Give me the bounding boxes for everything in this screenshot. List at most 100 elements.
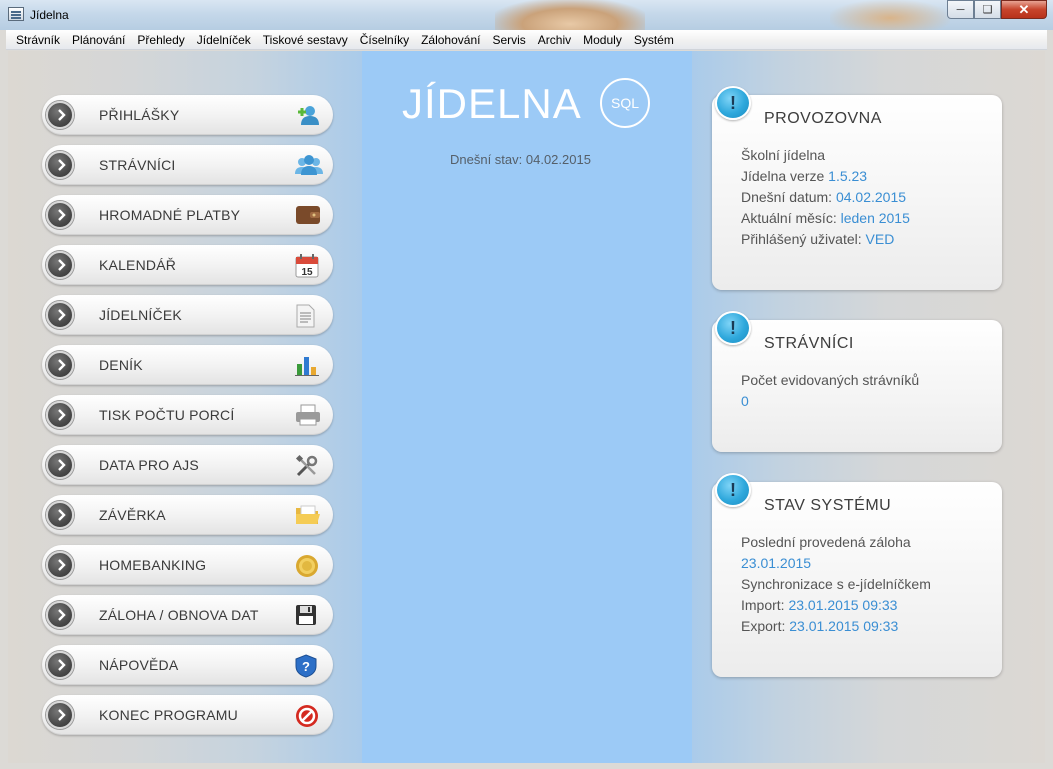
- stop-icon: [295, 704, 319, 727]
- menu-ciselniky[interactable]: Číselníky: [354, 30, 415, 50]
- version-value: 1.5.23: [828, 168, 868, 184]
- coin-icon: [295, 554, 319, 577]
- app-logo: JÍDELNA: [402, 80, 582, 127]
- user-label: Přihlášený uživatel:: [741, 231, 862, 247]
- menu-bar: Strávník Plánování Přehledy Jídelníček T…: [6, 30, 1047, 50]
- nav-button-stravnici[interactable]: STRÁVNÍCI: [42, 145, 333, 185]
- chevron-right-icon: [46, 451, 74, 479]
- nav-button-prihlasky[interactable]: PŘIHLÁŠKY: [42, 95, 333, 135]
- backup-label: Poslední provedená záloha: [741, 534, 911, 550]
- nav-button-label: TISK POČTU PORCÍ: [99, 407, 235, 423]
- menu-zalohovani[interactable]: Zálohování: [415, 30, 486, 50]
- window-title: Jídelna: [30, 8, 69, 22]
- sync-label: Synchronizace s e-jídelníčkem: [741, 576, 931, 592]
- chevron-right-icon: [46, 201, 74, 229]
- printer-icon: [295, 404, 320, 426]
- window-titlebar[interactable]: Jídelna ─ ❑ ✕: [0, 0, 1053, 30]
- menu-tiskove-sestavy[interactable]: Tiskové sestavy: [257, 30, 354, 50]
- diner-count-value: 0: [741, 393, 749, 409]
- nav-button-zaloha-obnova-dat[interactable]: ZÁLOHA / OBNOVA DAT: [42, 595, 333, 635]
- import-value: 23.01.2015 09:33: [788, 597, 898, 613]
- menu-moduly[interactable]: Moduly: [577, 30, 628, 50]
- menu-prehledy[interactable]: Přehledy: [131, 30, 190, 50]
- menu-system[interactable]: Systém: [628, 30, 680, 50]
- nav-button-label: ZÁLOHA / OBNOVA DAT: [99, 607, 259, 623]
- nav-button-label: KALENDÁŘ: [99, 257, 177, 273]
- chevron-right-icon: [46, 101, 74, 129]
- nav-button-label: HROMADNÉ PLATBY: [99, 207, 241, 223]
- card-provozovna: ! PROVOZOVNA Školní jídelna Jídelna verz…: [712, 86, 1002, 290]
- version-row: Jídelna verze 1.5.23: [741, 166, 910, 187]
- floppy-icon: [295, 604, 319, 626]
- titlebar-background-image-2: [830, 0, 950, 30]
- chevron-right-icon: [46, 351, 74, 379]
- nav-button-kalendar[interactable]: KALENDÁŘ 15: [42, 245, 333, 285]
- diner-count-label: Počet evidovaných strávníků: [741, 372, 920, 388]
- card-title: STRÁVNÍCI: [764, 335, 854, 352]
- user-row: Přihlášený uživatel: VED: [741, 229, 910, 250]
- nav-button-hromadne-platby[interactable]: HROMADNÉ PLATBY: [42, 195, 333, 235]
- info-exclamation-icon: !: [715, 86, 751, 120]
- chevron-right-icon: [46, 551, 74, 579]
- tools-icon: [295, 454, 319, 477]
- menu-planovani[interactable]: Plánování: [66, 30, 131, 50]
- bar-chart-icon: [295, 354, 319, 376]
- card-stav-systemu: ! STAV SYSTÉMU Poslední provedená záloha…: [712, 473, 1002, 677]
- chevron-right-icon: [46, 651, 74, 679]
- menu-jidelnicek[interactable]: Jídelníček: [191, 30, 257, 50]
- svg-text:?: ?: [302, 659, 310, 674]
- nav-button-napoveda[interactable]: NÁPOVĚDA ?: [42, 645, 333, 685]
- export-label: Export:: [741, 618, 786, 634]
- nav-button-label: PŘIHLÁŠKY: [99, 107, 180, 123]
- nav-button-homebanking[interactable]: HOMEBANKING: [42, 545, 333, 585]
- menu-archiv[interactable]: Archiv: [532, 30, 577, 50]
- folder-icon: [295, 504, 320, 526]
- backup-value: 23.01.2015: [741, 555, 812, 571]
- nav-button-denik[interactable]: DENÍK: [42, 345, 333, 385]
- nav-button-data-pro-ajs[interactable]: DATA PRO AJS: [42, 445, 333, 485]
- close-icon[interactable]: ✕: [1001, 0, 1047, 19]
- menu-servis[interactable]: Servis: [486, 30, 531, 50]
- import-label: Import:: [741, 597, 785, 613]
- app-icon: [8, 7, 24, 21]
- card-title: STAV SYSTÉMU: [764, 497, 892, 514]
- minimize-icon[interactable]: ─: [947, 0, 974, 19]
- facility-name: Školní jídelna: [741, 147, 826, 163]
- month-row: Aktuální měsíc: leden 2015: [741, 208, 910, 229]
- calendar-icon: 15: [295, 254, 319, 278]
- chevron-right-icon: [46, 301, 74, 329]
- nav-button-label: STRÁVNÍCI: [99, 157, 176, 173]
- nav-button-label: KONEC PROGRAMU: [99, 707, 238, 723]
- month-value: leden 2015: [840, 210, 910, 226]
- card-body: Školní jídelna Jídelna verze 1.5.23 Dneš…: [741, 145, 910, 250]
- export-row: Export: 23.01.2015 09:33: [741, 616, 931, 637]
- nav-button-label: ZÁVĚRKA: [99, 507, 166, 523]
- export-value: 23.01.2015 09:33: [789, 618, 899, 634]
- users-icon: [295, 154, 323, 176]
- document-icon: [295, 304, 319, 328]
- logo-sql-badge: SQL: [600, 78, 650, 128]
- nav-button-label: NÁPOVĚDA: [99, 657, 179, 673]
- today-status: Dnešní stav: 04.02.2015: [450, 152, 591, 167]
- svg-text:15: 15: [301, 267, 313, 278]
- window-controls: ─ ❑ ✕: [947, 0, 1047, 19]
- nav-button-label: DATA PRO AJS: [99, 457, 199, 473]
- nav-button-tisk-poctu-porci[interactable]: TISK POČTU PORCÍ: [42, 395, 333, 435]
- info-exclamation-icon: !: [715, 473, 751, 507]
- nav-button-label: JÍDELNÍČEK: [99, 307, 182, 323]
- add-user-icon: [295, 104, 319, 126]
- menu-stravnik[interactable]: Strávník: [10, 30, 66, 50]
- nav-button-konec-programu[interactable]: KONEC PROGRAMU: [42, 695, 333, 735]
- nav-button-zaverka[interactable]: ZÁVĚRKA: [42, 495, 333, 535]
- chevron-right-icon: [46, 151, 74, 179]
- card-body: Poslední provedená záloha 23.01.2015 Syn…: [741, 532, 931, 637]
- nav-button-jidelnicek[interactable]: JÍDELNÍČEK: [42, 295, 333, 335]
- card-stravnici: ! STRÁVNÍCI Počet evidovaných strávníků …: [712, 311, 1002, 452]
- chevron-right-icon: [46, 251, 74, 279]
- import-row: Import: 23.01.2015 09:33: [741, 595, 931, 616]
- chevron-right-icon: [46, 601, 74, 629]
- date-label: Dnešní datum:: [741, 189, 833, 205]
- date-value: 04.02.2015: [835, 189, 907, 205]
- chevron-right-icon: [46, 401, 74, 429]
- restore-icon[interactable]: ❑: [974, 0, 1001, 19]
